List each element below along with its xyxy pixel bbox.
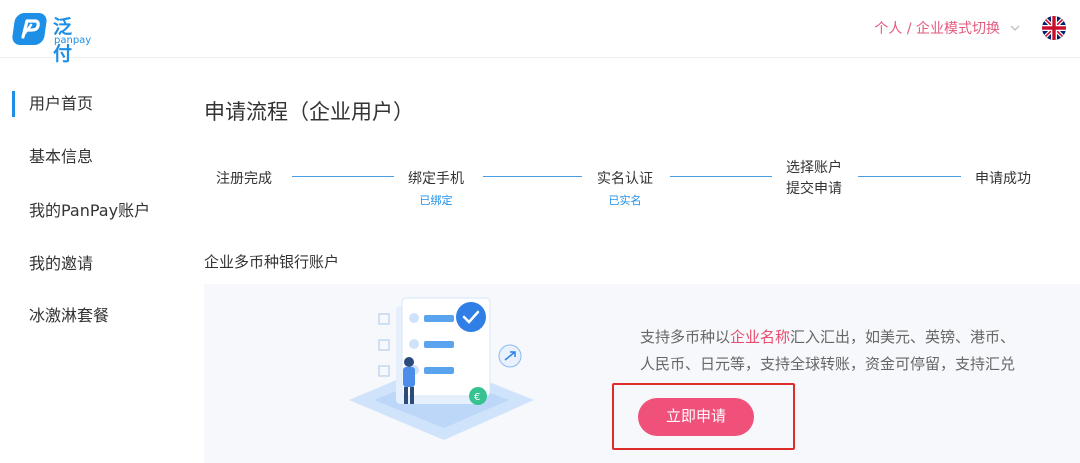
- sidebar-nav: 用户首页 基本信息 我的PanPay账户 我的邀请 冰激淋套餐: [0, 58, 170, 463]
- sidebar-item-basic-info[interactable]: 基本信息: [12, 142, 93, 172]
- page-title: 申请流程（企业用户）: [204, 100, 414, 124]
- step-select-account: 选择账户 提交申请: [786, 158, 842, 200]
- step-bind-phone: 绑定手机 已绑定: [408, 168, 464, 208]
- step-label: 注册完成: [216, 171, 272, 187]
- sidebar-item-package[interactable]: 冰激淋套餐: [12, 301, 109, 331]
- step-register: 注册完成: [216, 168, 272, 188]
- description-text-part1: 支持多币种以: [640, 328, 731, 346]
- panpay-logo-icon: [12, 13, 47, 45]
- mode-switch-label: 个人 / 企业模式切换: [874, 21, 1000, 37]
- sidebar-item-panpay-account[interactable]: 我的PanPay账户: [12, 196, 150, 226]
- sidebar-item-home[interactable]: 用户首页: [12, 89, 93, 119]
- apply-now-button[interactable]: 立即申请: [638, 398, 754, 436]
- step-label: 绑定手机: [408, 171, 464, 187]
- step-label: 实名认证: [597, 171, 653, 187]
- step-label-line1: 选择账户: [786, 160, 842, 176]
- top-header: 泛付 panpay 个人 / 企业模式切换: [0, 0, 1080, 65]
- description-text-line2: 人民币、日元等，支持全球转账，资金可停留，支持汇兑: [640, 355, 1016, 373]
- account-illustration: €: [349, 297, 534, 440]
- step-status: 已绑定: [419, 194, 453, 207]
- step-verification: 实名认证 已实名: [597, 168, 653, 208]
- uk-flag-icon[interactable]: [1042, 16, 1066, 40]
- panpay-logo[interactable]: 泛付 panpay: [11, 9, 92, 65]
- step-connector: [858, 176, 961, 177]
- step-connector: [292, 176, 394, 177]
- main-content: 申请流程（企业用户） 注册完成 绑定手机 已绑定 实名认证 已实名 选择账户 提…: [204, 58, 1080, 463]
- svg-text:€: €: [474, 392, 480, 403]
- step-status: 已实名: [608, 194, 642, 207]
- logo-text-en: panpay: [54, 35, 92, 46]
- description-text-part2: 汇入汇出，如美元、英镑、港币、: [790, 328, 1016, 346]
- sidebar-item-invitations[interactable]: 我的邀请: [12, 249, 93, 279]
- account-description: 支持多币种以企业名称汇入汇出，如美元、英镑、港币、 人民币、日元等，支持全球转账…: [640, 324, 1050, 378]
- step-connector: [483, 176, 582, 177]
- chevron-down-icon: [1010, 25, 1020, 31]
- step-connector: [670, 176, 772, 177]
- mode-switch-dropdown[interactable]: 个人 / 企业模式切换: [874, 18, 1022, 38]
- step-label-line2: 提交申请: [786, 181, 842, 197]
- description-highlight: 企业名称: [730, 328, 791, 346]
- step-label: 申请成功: [975, 171, 1031, 187]
- step-success: 申请成功: [975, 168, 1031, 188]
- section-title: 企业多币种银行账户: [204, 253, 340, 271]
